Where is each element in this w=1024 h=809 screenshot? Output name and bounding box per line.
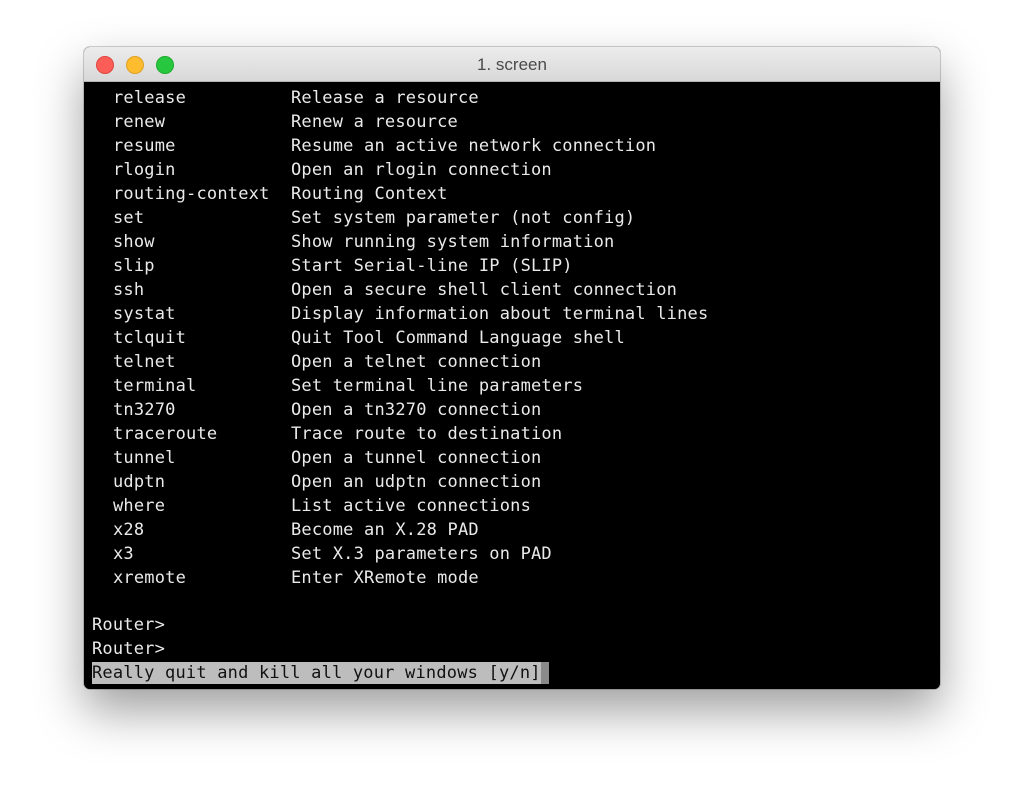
command-row: terminal Set terminal line parameters [113, 374, 708, 398]
command-description: Trace route to destination [291, 424, 563, 444]
command-name: rlogin [113, 160, 176, 180]
router-prompt: Router> [92, 639, 166, 659]
quit-confirmation-prompt[interactable]: Really quit and kill all your windows [y… [92, 662, 549, 684]
command-row: routing-context Routing Context [113, 182, 708, 206]
command-name: x28 [113, 520, 145, 540]
command-name: resume [113, 136, 176, 156]
command-description: Show running system information [291, 232, 615, 252]
command-description: Open a tunnel connection [291, 448, 542, 468]
command-row: ssh Open a secure shell client connection [113, 278, 708, 302]
quit-confirmation-text: Really quit and kill all your windows [y… [92, 663, 541, 683]
command-row: show Show running system information [113, 230, 708, 254]
command-description: Start Serial-line IP (SLIP) [291, 256, 573, 276]
terminal-window: 1. screen release Release a resource rene… [84, 47, 940, 689]
command-description: Open a secure shell client connection [291, 280, 678, 300]
command-name: release [113, 88, 187, 108]
command-description: Quit Tool Command Language shell [291, 328, 625, 348]
command-name: where [113, 496, 166, 516]
command-description: Set terminal line parameters [291, 376, 584, 396]
command-description: Open a tn3270 connection [291, 400, 542, 420]
window-title: 1. screen [477, 55, 547, 74]
command-description: Open a telnet connection [291, 352, 542, 372]
command-row: traceroute Trace route to destination [113, 422, 708, 446]
router-prompt: Router> [92, 615, 166, 635]
terminal-output[interactable]: release Release a resource renew Renew a r… [84, 82, 940, 689]
command-list: release Release a resource renew Renew a r… [113, 86, 708, 590]
command-name: telnet [113, 352, 176, 372]
command-row: where List active connections [113, 494, 708, 518]
text-cursor [540, 662, 549, 684]
command-row: tclquit Quit Tool Command Language shell [113, 326, 708, 350]
command-row: resume Resume an active network connectio… [113, 134, 708, 158]
command-row: telnet Open a telnet connection [113, 350, 708, 374]
command-name: tunnel [113, 448, 176, 468]
command-name: routing-context [113, 184, 270, 204]
title-bar[interactable]: 1. screen [84, 47, 940, 82]
command-description: Renew a resource [291, 112, 458, 132]
command-name: set [113, 208, 145, 228]
command-row: set Set system parameter (not config) [113, 206, 708, 230]
command-description: Display information about terminal lines [291, 304, 709, 324]
command-description: Open an udptn connection [291, 472, 542, 492]
command-description: Release a resource [291, 88, 479, 108]
command-description: Enter XRemote mode [291, 568, 479, 588]
command-row: tunnel Open a tunnel connection [113, 446, 708, 470]
command-name: ssh [113, 280, 145, 300]
command-description: Routing Context [291, 184, 448, 204]
command-row: release Release a resource [113, 86, 708, 110]
command-description: Resume an active network connection [291, 136, 657, 156]
command-name: udptn [113, 472, 166, 492]
command-row: systat Display information about terminal… [113, 302, 708, 326]
command-row: x3 Set X.3 parameters on PAD [113, 542, 708, 566]
command-row: xremote Enter XRemote mode [113, 566, 708, 590]
command-row: udptn Open an udptn connection [113, 470, 708, 494]
command-name: systat [113, 304, 176, 324]
command-description: List active connections [291, 496, 532, 516]
command-name: x3 [113, 544, 134, 564]
command-row: renew Renew a resource [113, 110, 708, 134]
command-name: show [113, 232, 155, 252]
command-description: Set system parameter (not config) [291, 208, 636, 228]
command-row: slip Start Serial-line IP (SLIP) [113, 254, 708, 278]
command-name: xremote [113, 568, 187, 588]
command-description: Set X.3 parameters on PAD [291, 544, 552, 564]
command-row: rlogin Open an rlogin connection [113, 158, 708, 182]
command-description: Become an X.28 PAD [291, 520, 479, 540]
command-row: tn3270 Open a tn3270 connection [113, 398, 708, 422]
command-row: x28 Become an X.28 PAD [113, 518, 708, 542]
command-name: tclquit [113, 328, 187, 348]
command-name: renew [113, 112, 166, 132]
command-name: slip [113, 256, 155, 276]
command-name: terminal [113, 376, 197, 396]
command-description: Open an rlogin connection [291, 160, 552, 180]
command-name: traceroute [113, 424, 218, 444]
command-name: tn3270 [113, 400, 176, 420]
